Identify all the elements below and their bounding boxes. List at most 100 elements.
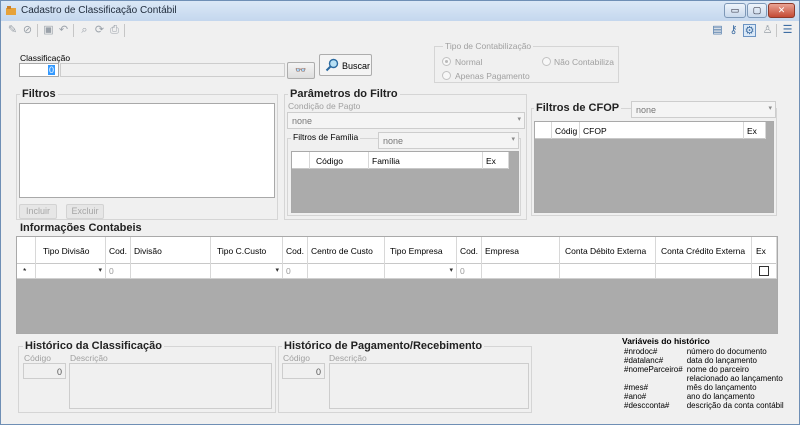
- cancel-icon[interactable]: ⊘: [21, 24, 34, 37]
- cod-empresa-cell[interactable]: 0: [457, 264, 482, 278]
- col-tipo-divisao[interactable]: Tipo Divisão: [36, 237, 106, 264]
- col-conta-debito[interactable]: Conta Débito Externa: [560, 237, 656, 264]
- report-icon[interactable]: ▤: [711, 24, 724, 37]
- historico-classificacao-codigo-input[interactable]: 0: [23, 363, 66, 379]
- new-row-marker: *: [17, 264, 36, 278]
- radio-normal-label: Normal: [455, 57, 483, 67]
- informacoes-grid[interactable]: Tipo Divisão Cod. Divisão Tipo C.Custo C…: [16, 236, 778, 334]
- classificacao-label: Classificação: [20, 53, 71, 63]
- chevron-down-icon: ▾: [768, 105, 772, 112]
- chevron-down-icon: ▾: [275, 267, 279, 274]
- familia-col-familia[interactable]: Família: [369, 152, 483, 169]
- familia-grid[interactable]: Código Família Ex: [291, 151, 519, 213]
- key-icon[interactable]: ⚷: [727, 24, 740, 37]
- chevron-down-icon: ▾: [511, 136, 515, 143]
- familia-col-ex[interactable]: Ex: [483, 152, 509, 169]
- cfop-select[interactable]: none ▾: [631, 101, 776, 118]
- col-tipo-empresa[interactable]: Tipo Empresa: [385, 237, 457, 264]
- title-bar: Cadastro de Classificação Contábil ▭ ▢ ✕: [1, 1, 799, 21]
- maximize-button[interactable]: ▢: [747, 3, 767, 18]
- save-icon[interactable]: ▣: [42, 24, 55, 37]
- window-title: Cadastro de Classificação Contábil: [21, 5, 177, 16]
- radio-nao-contabiliza[interactable]: [542, 57, 551, 66]
- cfop-col-cfop[interactable]: CFOP: [580, 122, 744, 139]
- list-item: #nomeParceiro# nome do parceiro: [624, 365, 749, 374]
- ex-cell: [752, 264, 777, 278]
- conta-debito-cell[interactable]: [560, 264, 656, 278]
- list-icon[interactable]: ☰: [781, 24, 794, 37]
- new-icon[interactable]: ✎: [6, 24, 19, 37]
- ex-checkbox[interactable]: [759, 266, 769, 276]
- familia-select[interactable]: none ▾: [378, 132, 519, 149]
- col-tipo-ccusto[interactable]: Tipo C.Custo: [211, 237, 283, 264]
- radio-apenas-pagamento-label: Apenas Pagamento: [455, 71, 530, 81]
- table-row[interactable]: * ▾ 0 ▾ 0 ▾ 0: [17, 264, 777, 279]
- historico-pagamento-codigo-input[interactable]: 0: [282, 363, 325, 379]
- close-button[interactable]: ✕: [768, 3, 795, 18]
- col-ex[interactable]: Ex: [752, 237, 777, 264]
- historico-classificacao-descricao-label: Descrição: [70, 353, 108, 363]
- buscar-label: Buscar: [342, 61, 371, 71]
- col-cod-divisao[interactable]: Cod.: [106, 237, 131, 264]
- radio-apenas-pagamento[interactable]: [442, 71, 451, 80]
- toolbar-separator: [37, 24, 38, 37]
- informacoes-grid-header: Tipo Divisão Cod. Divisão Tipo C.Custo C…: [17, 237, 777, 264]
- list-item: #ano# ano do lançamento: [624, 392, 755, 401]
- list-item: #mes# mês do lançamento: [624, 383, 757, 392]
- conta-credito-cell[interactable]: [656, 264, 752, 278]
- historico-pagamento-descricao-input[interactable]: [329, 363, 529, 409]
- cfop-col-codigo[interactable]: Códig: [552, 122, 580, 139]
- print-icon[interactable]: ⎙: [108, 24, 121, 37]
- cod-ccusto-cell[interactable]: 0: [283, 264, 308, 278]
- empresa-cell[interactable]: [482, 264, 560, 278]
- condicao-pagto-select[interactable]: none ▾: [287, 112, 525, 129]
- radio-normal[interactable]: [442, 57, 451, 66]
- config-icon[interactable]: ⚙: [743, 24, 756, 37]
- centro-custo-cell[interactable]: [308, 264, 385, 278]
- col-empresa[interactable]: Empresa: [482, 237, 560, 264]
- cfop-grid[interactable]: Códig CFOP Ex: [534, 121, 774, 213]
- tipo-empresa-cell[interactable]: ▾: [385, 264, 457, 278]
- excluir-button[interactable]: Excluir: [66, 204, 104, 219]
- list-item: relacionado ao lançamento: [686, 374, 783, 383]
- chevron-down-icon: ▾: [517, 116, 521, 123]
- row-header-cell: [292, 152, 310, 169]
- variaveis-title: Variáveis do histórico: [622, 336, 710, 346]
- familia-col-codigo[interactable]: Código: [310, 152, 369, 169]
- filtros-list[interactable]: [19, 103, 275, 198]
- filtros-title: Filtros: [20, 88, 58, 100]
- buscar-button[interactable]: Buscar: [319, 54, 372, 76]
- col-centro-custo[interactable]: Centro de Custo: [308, 237, 385, 264]
- cfop-grid-header: Códig CFOP Ex: [535, 122, 766, 139]
- historico-pagamento-codigo-label: Código: [283, 353, 310, 363]
- user-icon[interactable]: ♙: [761, 24, 774, 37]
- classificacao-code-input[interactable]: 0: [19, 63, 59, 77]
- tipo-divisao-cell[interactable]: ▾: [36, 264, 106, 278]
- col-cod-empresa[interactable]: Cod.: [457, 237, 482, 264]
- variaveis-table: #nrodoc# número do documento #datalanc# da…: [622, 347, 786, 410]
- refresh-icon[interactable]: ⟳: [93, 24, 106, 37]
- undo-icon[interactable]: ↶: [57, 24, 70, 37]
- familia-grid-header: Código Família Ex: [292, 152, 509, 169]
- cfop-col-ex[interactable]: Ex: [744, 122, 766, 139]
- search-icon: [325, 58, 339, 72]
- list-item: #datalanc# data do lançamento: [624, 356, 757, 365]
- col-divisao[interactable]: Divisão: [131, 237, 211, 264]
- variaveis-panel: Variáveis do histórico #nrodoc# número do…: [622, 336, 786, 410]
- list-item: #nrodoc# número do documento: [624, 347, 767, 356]
- incluir-button[interactable]: Incluir: [19, 204, 57, 219]
- cod-divisao-cell[interactable]: 0: [106, 264, 131, 278]
- binoculars-icon: 👓: [295, 65, 307, 75]
- historico-classificacao-descricao-input[interactable]: [69, 363, 272, 409]
- tipo-ccusto-cell[interactable]: ▾: [211, 264, 283, 278]
- historico-classificacao-title: Histórico da Classificação: [23, 340, 164, 352]
- col-cod-ccusto[interactable]: Cod.: [283, 237, 308, 264]
- binoculars-button[interactable]: 👓: [287, 62, 315, 79]
- tipo-contabilizacao-legend: Tipo de Contabilização: [443, 41, 534, 51]
- divisao-cell[interactable]: [131, 264, 211, 278]
- find-icon[interactable]: ⌕: [78, 24, 91, 37]
- chevron-down-icon: ▾: [98, 267, 102, 274]
- classificacao-description-field: [60, 63, 285, 77]
- minimize-button[interactable]: ▭: [724, 3, 746, 18]
- col-conta-credito[interactable]: Conta Crédito Externa: [656, 237, 752, 264]
